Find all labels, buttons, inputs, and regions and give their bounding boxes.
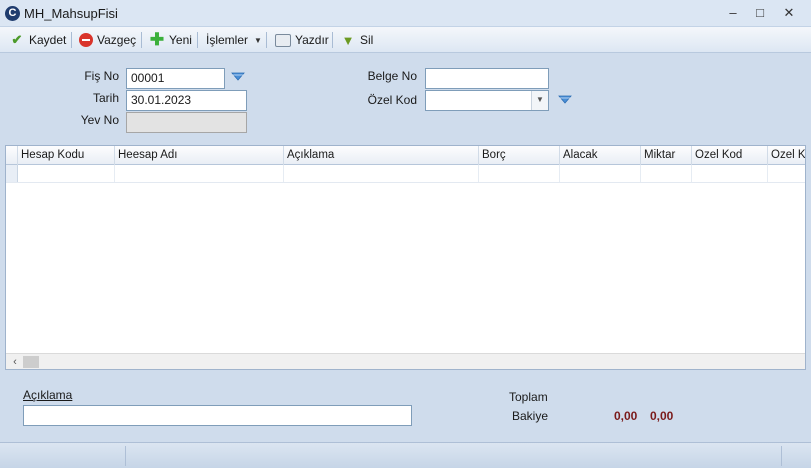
maximize-icon[interactable]: □	[749, 4, 771, 22]
toolbar-divider	[141, 32, 142, 48]
scrollbar-thumb[interactable]	[23, 356, 39, 368]
aciklama-input[interactable]	[23, 405, 412, 426]
toolbar-divider	[197, 32, 198, 48]
table-cell[interactable]	[115, 165, 284, 182]
toolbar: ✔ Kaydet Vazgeç ✚ Yeni İşlemler ▼ Yazdır…	[0, 27, 811, 53]
toolbar-divider	[332, 32, 333, 48]
cancel-icon	[79, 33, 93, 47]
column-header[interactable]: Ozel Kod	[768, 146, 805, 165]
horizontal-scrollbar[interactable]: ‹	[6, 353, 805, 369]
ozel-kod-value	[426, 93, 430, 107]
fis-no-label: Fiş No	[84, 69, 119, 83]
status-segment	[0, 446, 126, 466]
title-bar: C MH_MahsupFisi – □ ✕	[0, 0, 811, 27]
cancel-button[interactable]: Vazgeç	[76, 30, 139, 50]
table-cell[interactable]	[692, 165, 768, 182]
bakiye-value-debit: 0,00	[614, 409, 638, 423]
filter-icon[interactable]	[558, 95, 572, 105]
minimize-icon[interactable]: –	[722, 4, 744, 22]
app-logo-icon: C	[5, 6, 20, 21]
new-label: Yeni	[169, 33, 192, 47]
belge-no-input[interactable]	[425, 68, 549, 89]
yev-no-input	[126, 112, 247, 133]
column-header[interactable]: Miktar	[641, 146, 692, 165]
aciklama-label: Açıklama	[23, 388, 72, 402]
table-cell[interactable]	[560, 165, 641, 182]
voucher-header-form: Fiş No 00001 Tarih 30.01.2023 Yev No Bel…	[5, 55, 806, 144]
column-header[interactable]: Ozel Kod	[692, 146, 768, 165]
chevron-down-icon: ▼	[254, 35, 262, 45]
column-header[interactable]: Borç	[479, 146, 560, 165]
toolbar-divider	[71, 32, 72, 48]
table-row[interactable]	[6, 165, 805, 183]
bakiye-value-credit: 0,00	[650, 409, 674, 423]
chevron-down-icon[interactable]: ▼	[531, 91, 548, 110]
chevron-left-icon[interactable]: ‹	[8, 354, 22, 369]
table-cell[interactable]	[18, 165, 115, 182]
row-indicator-header	[6, 146, 18, 165]
voucher-lines-grid[interactable]: Hesap Kodu Heesap Adı Açıklama Borç Alac…	[5, 145, 806, 370]
delete-icon: ▼	[341, 32, 355, 48]
grid-header: Hesap Kodu Heesap Adı Açıklama Borç Alac…	[6, 146, 805, 165]
tarih-label: Tarih	[92, 91, 119, 105]
status-segment	[126, 446, 782, 466]
column-header[interactable]: Alacak	[560, 146, 641, 165]
table-cell[interactable]	[284, 165, 479, 182]
check-icon: ✔	[11, 32, 23, 47]
delete-label: Sil	[360, 33, 374, 47]
print-button[interactable]: Yazdır	[272, 30, 332, 50]
tarih-date-input[interactable]: 30.01.2023	[126, 90, 247, 111]
ozel-kod-label: Özel Kod	[367, 93, 417, 107]
printer-icon	[275, 33, 291, 47]
print-label: Yazdır	[295, 33, 329, 47]
fis-no-input[interactable]: 00001	[126, 68, 225, 89]
aciklama-label-text: Açıklama	[23, 388, 73, 402]
footer-panel: Açıklama Toplam Bakiye 0,00 0,00	[5, 372, 806, 440]
delete-button[interactable]: ▼ Sil	[337, 30, 376, 50]
cancel-label: Vazgeç	[97, 33, 137, 47]
new-button[interactable]: ✚ Yeni	[146, 30, 195, 50]
table-cell[interactable]	[641, 165, 692, 182]
bakiye-label: Bakiye	[512, 409, 549, 423]
toplam-label: Toplam	[509, 390, 548, 404]
row-indicator[interactable]	[6, 165, 18, 182]
status-bar	[0, 442, 811, 468]
column-header[interactable]: Heesap Adı	[115, 146, 284, 165]
table-cell[interactable]	[479, 165, 560, 182]
column-header[interactable]: Açıklama	[284, 146, 479, 165]
operations-menu-button[interactable]: İşlemler ▼	[203, 30, 265, 50]
operations-label: İşlemler	[206, 33, 249, 47]
save-button[interactable]: ✔ Kaydet	[6, 30, 69, 50]
close-icon[interactable]: ✕	[778, 4, 800, 22]
yev-no-label: Yev No	[80, 113, 119, 127]
toolbar-divider	[266, 32, 267, 48]
plus-icon: ✚	[149, 30, 165, 49]
ozel-kod-select[interactable]: ▼	[425, 90, 549, 111]
column-header[interactable]: Hesap Kodu	[18, 146, 115, 165]
save-label: Kaydet	[29, 33, 67, 47]
filter-icon[interactable]	[231, 72, 245, 82]
window-title: MH_MahsupFisi	[24, 6, 118, 21]
belge-no-label: Belge No	[367, 69, 417, 83]
